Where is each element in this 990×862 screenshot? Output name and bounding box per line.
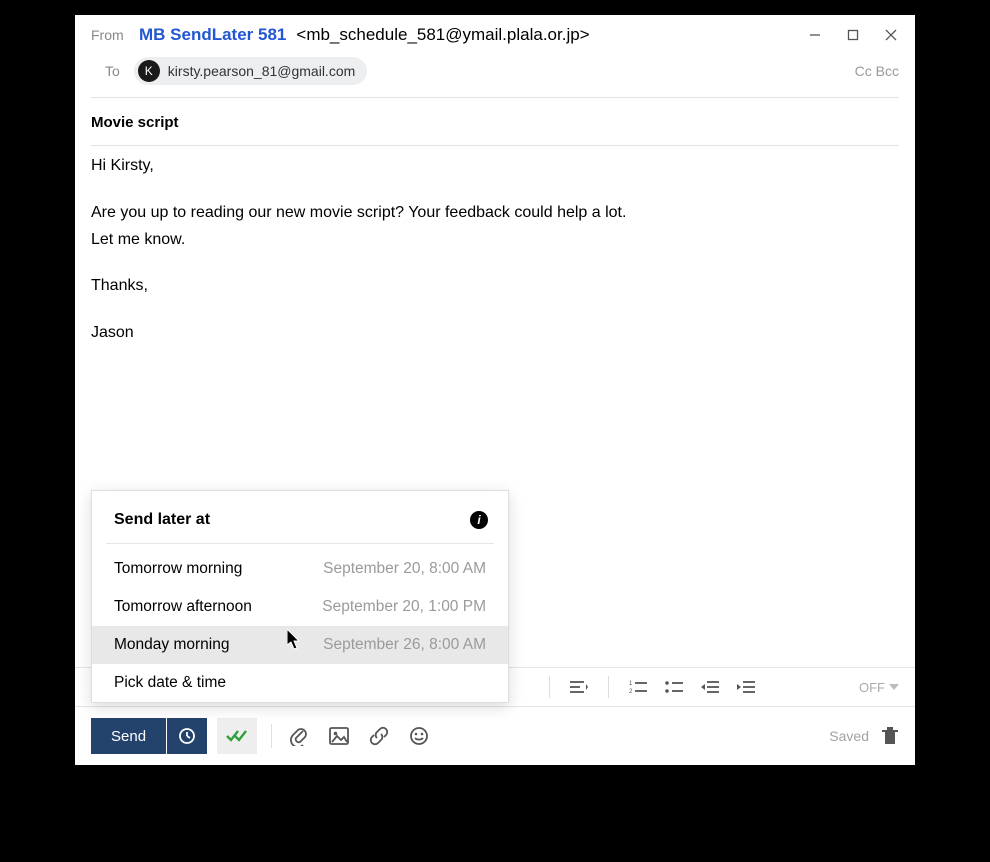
schedule-option-pick-date[interactable]: Pick date & time xyxy=(92,664,508,702)
delete-icon[interactable] xyxy=(881,726,899,746)
unordered-list-icon[interactable] xyxy=(663,676,685,698)
tracking-toggle[interactable]: OFF xyxy=(859,680,899,695)
option-time: September 20, 8:00 AM xyxy=(323,560,486,578)
option-label: Tomorrow morning xyxy=(114,560,242,578)
subject-field[interactable]: Movie script xyxy=(75,98,915,145)
body-thanks: Thanks, xyxy=(91,274,899,299)
svg-text:2: 2 xyxy=(629,689,633,694)
cc-bcc-toggle[interactable]: Cc Bcc xyxy=(855,63,899,79)
body-signature: Jason xyxy=(91,321,899,346)
minimize-icon[interactable] xyxy=(807,27,823,43)
track-button[interactable] xyxy=(217,718,257,754)
popup-title-row: Send later at i xyxy=(92,491,508,543)
svg-text:1: 1 xyxy=(629,681,633,687)
align-icon[interactable] xyxy=(568,676,590,698)
divider xyxy=(106,543,494,544)
option-time: September 20, 1:00 PM xyxy=(322,598,486,616)
from-label: From xyxy=(91,27,139,43)
schedule-option-tomorrow-afternoon[interactable]: Tomorrow afternoon September 20, 1:00 PM xyxy=(92,588,508,626)
to-row: To K kirsty.pearson_81@gmail.com Cc Bcc xyxy=(75,51,915,97)
divider xyxy=(271,724,272,748)
close-icon[interactable] xyxy=(883,27,899,43)
schedule-option-monday-morning[interactable]: Monday morning September 26, 8:00 AM xyxy=(92,626,508,664)
compose-window: From MB SendLater 581 <mb_schedule_581@y… xyxy=(75,15,915,765)
bottom-bar: Send Saved xyxy=(75,707,915,765)
recipient-email: kirsty.pearson_81@gmail.com xyxy=(168,63,355,79)
avatar: K xyxy=(138,60,160,82)
option-time: September 26, 8:00 AM xyxy=(323,636,486,654)
image-icon[interactable] xyxy=(326,723,352,749)
outdent-icon[interactable] xyxy=(699,676,721,698)
window-controls xyxy=(807,27,899,43)
info-icon[interactable]: i xyxy=(470,511,488,529)
emoji-icon[interactable] xyxy=(406,723,432,749)
send-later-popup: Send later at i Tomorrow morning Septemb… xyxy=(91,490,509,703)
indent-icon[interactable] xyxy=(735,676,757,698)
option-label: Monday morning xyxy=(114,636,229,654)
saved-status: Saved xyxy=(829,728,869,744)
attachment-icon[interactable] xyxy=(286,723,312,749)
toggle-label: OFF xyxy=(859,680,885,695)
recipient-chip[interactable]: K kirsty.pearson_81@gmail.com xyxy=(134,57,367,85)
email-body[interactable]: Hi Kirsty, Are you up to reading our new… xyxy=(75,146,915,346)
schedule-option-tomorrow-morning[interactable]: Tomorrow morning September 20, 8:00 AM xyxy=(92,550,508,588)
from-name[interactable]: MB SendLater 581 xyxy=(139,25,286,45)
from-email: <mb_schedule_581@ymail.plala.or.jp> xyxy=(296,25,589,45)
schedule-button[interactable] xyxy=(167,718,207,754)
from-row: From MB SendLater 581 <mb_schedule_581@y… xyxy=(75,15,915,51)
body-greeting: Hi Kirsty, xyxy=(91,154,899,179)
send-button[interactable]: Send xyxy=(91,718,166,754)
divider xyxy=(549,676,550,698)
popup-title: Send later at xyxy=(114,511,210,529)
body-line: Let me know. xyxy=(91,228,899,253)
divider xyxy=(608,676,609,698)
option-label: Tomorrow afternoon xyxy=(114,598,252,616)
link-icon[interactable] xyxy=(366,723,392,749)
maximize-icon[interactable] xyxy=(845,27,861,43)
to-label: To xyxy=(105,63,120,79)
body-line: Are you up to reading our new movie scri… xyxy=(91,201,899,226)
ordered-list-icon[interactable]: 12 xyxy=(627,676,649,698)
option-label: Pick date & time xyxy=(114,674,226,692)
